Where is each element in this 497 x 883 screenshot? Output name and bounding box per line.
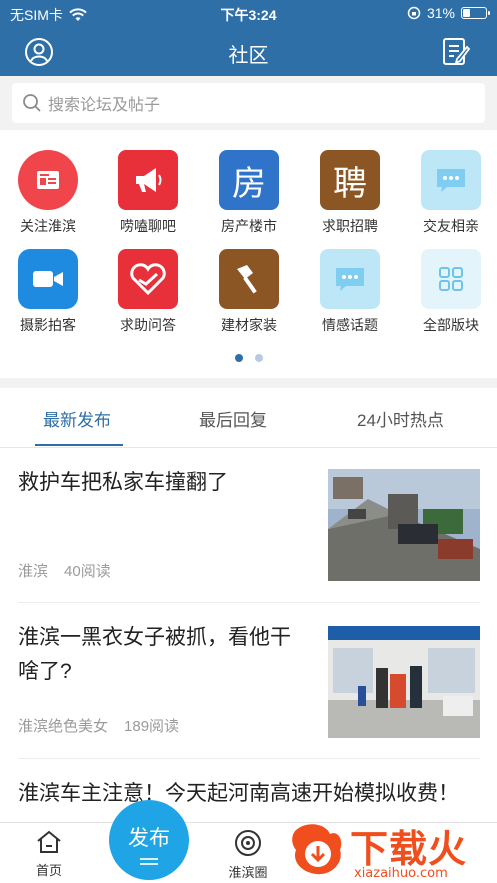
status-bar: 无SIM卡 下午3:24 31% [0, 0, 497, 28]
category-dating[interactable]: 交友相亲 [411, 150, 491, 236]
category-photography[interactable]: 摄影拍客 [8, 249, 88, 335]
video-camera-icon [18, 249, 78, 309]
category-follow-huaibin[interactable]: 关注淮滨 [8, 150, 88, 236]
category-label: 全部版块 [423, 317, 479, 333]
menu-lines-icon [140, 858, 158, 865]
category-label: 唠嗑聊吧 [120, 218, 176, 234]
grid-icon [421, 249, 481, 309]
nav-huaibin-circle[interactable]: 淮滨圈 [213, 829, 283, 881]
watermark-text: 下载火 [350, 827, 468, 871]
publish-label: 发布 [128, 827, 170, 850]
category-help-qa[interactable]: 求助问答 [108, 249, 188, 335]
category-home-decor[interactable]: 建材家装 [209, 249, 289, 335]
search-icon [23, 94, 41, 112]
category-label: 情感话题 [322, 317, 378, 333]
search-input[interactable]: 搜索论坛及帖子 [12, 83, 485, 123]
category-chat-bar[interactable]: 唠嗑聊吧 [108, 150, 188, 236]
page-dot[interactable] [234, 354, 243, 362]
page-indicator [0, 354, 497, 362]
tab-last-reply[interactable]: 最后回复 [199, 406, 267, 431]
flame-icon [292, 824, 342, 875]
post-thumbnail [328, 626, 480, 738]
category-real-estate[interactable]: 房 房产楼市 [209, 150, 289, 236]
chat-icon [320, 249, 380, 309]
chat-icon [421, 150, 481, 210]
house-char-icon: 房 [219, 150, 279, 210]
watermark-url: xiazaihuo.com [354, 866, 448, 881]
header: 社区 [0, 28, 497, 76]
search-placeholder: 搜索论坛及帖子 [48, 97, 161, 114]
nav-circle-label: 淮滨圈 [228, 865, 268, 880]
category-label: 关注淮滨 [20, 218, 76, 234]
hire-char-icon: 聘 [320, 150, 380, 210]
tab-24h-hot[interactable]: 24小时热点 [357, 406, 444, 431]
post-reads: 189阅读 [124, 718, 180, 735]
category-label: 房产楼市 [221, 218, 277, 234]
post-reads: 40阅读 [64, 563, 111, 580]
category-label: 建材家装 [221, 317, 277, 333]
search-area: 搜索论坛及帖子 [0, 76, 497, 130]
camera-circle-icon [235, 830, 261, 856]
post-meta: 淮滨 40阅读 [18, 560, 111, 581]
battery-icon [461, 7, 490, 19]
battery-percent: 31% [426, 5, 455, 21]
tab-latest[interactable]: 最新发布 [43, 406, 111, 431]
compose-button[interactable] [441, 36, 471, 68]
brush-icon [219, 249, 279, 309]
home-icon [37, 830, 61, 853]
active-tab-indicator [35, 444, 123, 446]
category-label: 求职招聘 [322, 218, 378, 234]
nav-home[interactable]: 首页 [14, 829, 84, 879]
post-item[interactable]: 淮滨一黑衣女子被抓，看他干啥了? 淮滨绝色美女 189阅读 [18, 603, 480, 759]
nav-home-label: 首页 [35, 863, 62, 878]
edit-note-icon [443, 38, 471, 65]
category-label: 求助问答 [120, 317, 176, 333]
post-thumbnail [328, 469, 480, 581]
category-jobs[interactable]: 聘 求职招聘 [310, 150, 390, 236]
post-title: 淮滨一黑衣女子被抓，看他干啥了? [18, 626, 291, 683]
watermark-logo: 下载火 xiazaihuo.com [288, 818, 493, 883]
category-emotions[interactable]: 情感话题 [310, 249, 390, 335]
category-label: 摄影拍客 [20, 317, 76, 333]
post-item[interactable]: 救护车把私家车撞翻了 淮滨 40阅读 [18, 448, 480, 603]
page-title: 社区 [228, 45, 269, 67]
news-icon [18, 150, 78, 210]
category-label: 交友相亲 [423, 218, 479, 234]
section-divider [0, 378, 497, 388]
post-author: 淮滨 [18, 563, 49, 580]
megaphone-icon [118, 150, 178, 210]
category-all-boards[interactable]: 全部版块 [411, 249, 491, 335]
post-meta: 淮滨绝色美女 189阅读 [18, 715, 179, 736]
feed-tabs: 最新发布 最后回复 24小时热点 [0, 388, 497, 448]
page-dot[interactable] [254, 354, 263, 362]
rotation-lock-icon [407, 6, 421, 20]
post-title: 淮滨车主注意！今天起河南高速开始模拟收费！ [18, 782, 459, 805]
post-title: 救护车把私家车撞翻了 [18, 471, 228, 494]
heart-icon [118, 249, 178, 309]
publish-button[interactable]: 发布 [109, 800, 189, 880]
post-author: 淮滨绝色美女 [18, 718, 109, 735]
